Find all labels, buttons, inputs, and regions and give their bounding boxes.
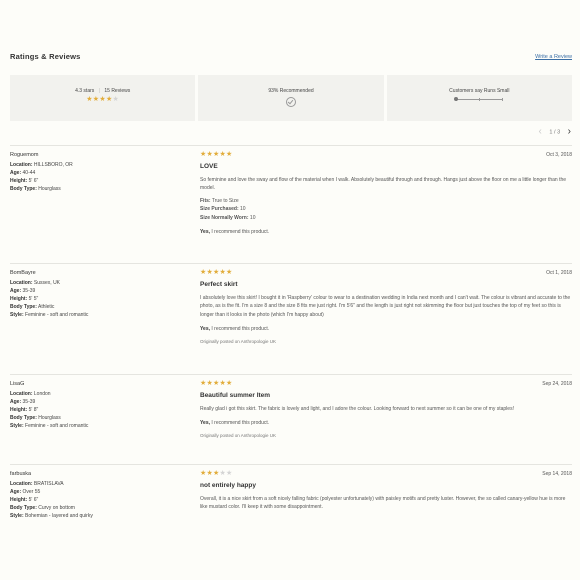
star-icon: ★ [99, 96, 106, 103]
fit-scale-tick [502, 98, 504, 101]
recommended-text: 93% Recommended [268, 88, 314, 94]
fit-scale-track [454, 97, 504, 101]
fit-scale-marker [454, 97, 459, 101]
review-attributes: Fits: True to Size Size Purchased: 10 Size… [200, 197, 572, 223]
recommend-statement: Yes, I recommend this product. [200, 420, 270, 426]
star-icon: ★ [225, 380, 233, 387]
star-icon: ★ [86, 96, 93, 103]
reviewer-detail: Location: HILLSBORO, OR [10, 162, 73, 168]
review-item: Roguemom Location: HILLSBORO, OR Age: 40-4… [10, 145, 572, 254]
fit-scale-tick [479, 98, 481, 101]
reviewer-detail: Style: Feminine - soft and romantic [10, 423, 89, 429]
ratings-summary: 4.3 stars | 15 Reviews ★★★★★ 93% Recomme… [10, 75, 572, 121]
check-circle-icon [285, 97, 296, 107]
reviews-header: Ratings & Reviews Write a Review [10, 52, 572, 64]
rating-value: 4.3 stars [75, 88, 95, 94]
reviewer-info: farbuska Location: BRATISLAVA Age: Over 55… [10, 470, 180, 520]
review-item: farbuska Location: BRATISLAVA Age: Over 55… [10, 464, 572, 573]
review-attribute: Size Normally Worn: 10 [200, 214, 256, 221]
review-date: Oct 3, 2018 [546, 152, 572, 158]
reviewer-detail: Location: London [10, 391, 51, 397]
review-title: LOVE [200, 163, 218, 170]
review-stars: ★★★★★ [200, 269, 572, 277]
reviewer-detail: Style: Feminine - soft and romantic [10, 312, 89, 318]
review-item: BomBayre Location: Sussex, UK Age: 35-39 He… [10, 263, 572, 372]
reviewer-name: BomBayre [10, 270, 36, 276]
review-title: Perfect skirt [200, 281, 238, 288]
star-icon: ★ [225, 151, 233, 158]
review-title: Beautiful summer Item [200, 392, 271, 399]
rating-summary-text: 4.3 stars | 15 Reviews [10, 88, 195, 94]
reviewer-detail: Body Type: Hourglass [10, 186, 61, 192]
recommend-statement: Yes, I recommend this product. [200, 229, 270, 235]
star-icon: ★ [112, 96, 120, 103]
summary-fit-cell: Customers say Runs Small [387, 75, 572, 121]
review-attribute: Size Purchased: 10 [200, 206, 246, 212]
review-date: Sep 14, 2018 [542, 471, 572, 477]
review-content: ★★★★★ Oct 3, 2018 LOVE So feminine and love… [200, 151, 572, 237]
average-stars: ★★★★★ [10, 96, 195, 103]
reviewer-detail: Height: 5' 8" [10, 407, 39, 413]
review-content: ★★★★★ Sep 24, 2018 Beautiful summer Item Re… [200, 380, 572, 440]
reviewer-detail: Age: 35-39 [10, 288, 36, 294]
review-date: Oct 1, 2018 [546, 270, 572, 276]
pagination: ‹ 1 / 3 › [539, 127, 571, 137]
reviewer-detail: Age: 35-39 [10, 399, 36, 405]
star-icon: ★ [225, 269, 233, 276]
reviewer-info: Roguemom Location: HILLSBORO, OR Age: 40-4… [10, 151, 180, 193]
summary-recommend-cell: 93% Recommended [198, 75, 387, 121]
review-origin: Originally posted on Anthropologie UK [200, 432, 277, 438]
reviewer-name: LisaG [10, 381, 25, 387]
reviewer-detail: Body Type: Athletic [10, 304, 55, 310]
reviewer-detail: Body Type: Curvy on bottom [10, 505, 75, 511]
review-body: Really glad i got this skirt. The fabric… [200, 405, 514, 412]
reviewer-detail: Style: Bohemian - layered and quirky [10, 513, 93, 519]
page-indicator: 1 / 3 [549, 129, 561, 136]
average-stars-row: ★★★★★ [86, 96, 119, 103]
runs-small-text: Customers say Runs Small [449, 88, 510, 94]
recommend-statement: Yes, I recommend this product. [200, 326, 270, 332]
reviewer-detail: Height: 5' 6" [10, 178, 39, 184]
review-content: ★★★★★ Oct 1, 2018 Perfect skirt I absolutel… [200, 269, 572, 346]
reviewer-detail: Age: Over 55 [10, 489, 41, 495]
reviewer-detail: Age: 40-44 [10, 170, 36, 176]
review-stars: ★★★★★ [200, 151, 572, 159]
review-content: ★★★★★ Sep 14, 2018 not entirely happy Overa… [200, 470, 572, 516]
reviewer-detail: Height: 5' 5" [10, 296, 39, 302]
reviewer-detail: Location: Sussex, UK [10, 280, 61, 286]
reviewer-name: Roguemom [10, 152, 39, 158]
write-review-link[interactable]: Write a Review [535, 54, 572, 60]
chevron-left-icon[interactable]: ‹ [539, 127, 542, 137]
star-icon: ★ [105, 96, 113, 103]
review-attribute: Fits: True to Size [200, 197, 239, 204]
star-icon: ★ [225, 470, 233, 477]
review-stars: ★★★★★ [200, 380, 572, 388]
review-body: Overall, it is a nice skirt from a soft … [200, 495, 566, 511]
review-stars: ★★★★★ [200, 470, 572, 478]
reviews-count[interactable]: 15 Reviews [104, 88, 130, 94]
review-origin: Originally posted on Anthropologie UK [200, 338, 277, 344]
chevron-right-icon[interactable]: › [568, 127, 571, 137]
reviewer-detail: Body Type: Hourglass [10, 415, 61, 421]
reviewer-info: LisaG Location: London Age: 35-39 Height: 5… [10, 380, 180, 430]
page-title: Ratings & Reviews [10, 52, 81, 61]
reviewer-detail: Height: 5' 6" [10, 497, 39, 503]
summary-rating-cell: 4.3 stars | 15 Reviews ★★★★★ [10, 75, 199, 121]
review-body: So feminine and love the sway and flow o… [200, 176, 567, 192]
review-date: Sep 24, 2018 [542, 381, 572, 387]
review-title: not entirely happy [200, 482, 256, 489]
separator: | [98, 88, 100, 94]
review-body: I absolutely love this skirt! I bought i… [200, 294, 571, 318]
reviewer-name: farbuska [10, 471, 32, 477]
reviewer-info: BomBayre Location: Sussex, UK Age: 35-39 He… [10, 269, 180, 319]
reviewer-detail: Location: BRATISLAVA [10, 481, 64, 487]
